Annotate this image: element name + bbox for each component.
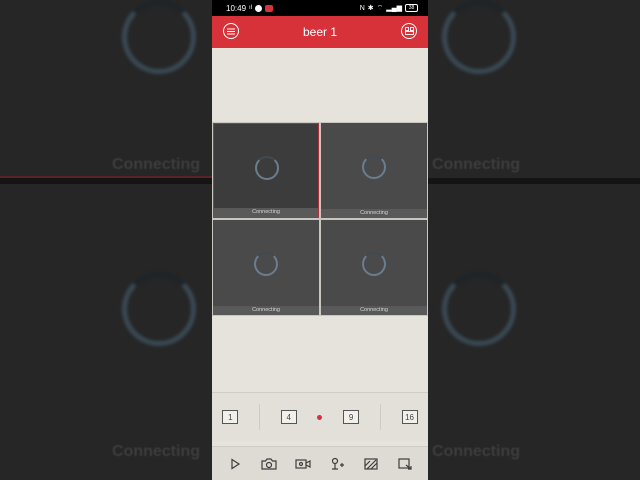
tile-status-label: Connecting [214,208,318,217]
divider [259,404,261,430]
snapshot-button[interactable] [259,456,279,472]
status-bar: 10:49 ıl N ✱ ⌔ ▂▄▆ 38 [212,0,428,16]
background-connecting-label: Connecting [112,156,200,173]
split-1-button[interactable]: 1 [222,410,239,424]
menu-icon [227,28,235,34]
bluetooth-icon: ✱ [367,5,374,12]
menu-button[interactable] [223,23,239,39]
image-quality-button[interactable] [361,456,381,472]
background-connecting-label: Connecting [432,156,520,173]
camera-icon [261,457,277,470]
fullscreen-icon [398,457,412,470]
split-16-button[interactable]: 16 [401,410,418,424]
video-tile-3[interactable]: Connecting [213,220,319,315]
app-notification-icon [265,4,274,12]
background-connecting-label: Connecting [112,443,200,460]
signal-text: ıl [249,5,253,11]
cell-signal-icon: ▂▄▆ [386,5,402,12]
background-spinner-icon [122,0,196,74]
loading-spinner-icon [362,155,386,179]
record-icon [295,458,311,469]
page-title: beer 1 [302,25,338,39]
device-list-icon [404,27,414,35]
loading-spinner-icon [255,156,279,180]
video-tile-4[interactable]: Connecting [321,220,427,315]
background-spinner-icon [442,272,516,346]
tile-status-label: Connecting [321,209,427,218]
play-button[interactable] [225,456,245,472]
tile-status-label: Connecting [213,306,319,315]
device-list-button[interactable] [401,23,417,39]
battery-icon: 38 [405,4,418,12]
bottom-toolbar [212,446,428,480]
ptz-icon [331,457,344,470]
tile-status-label: Connecting [321,306,427,315]
divider [379,404,381,430]
app-header: beer 1 [212,16,428,48]
background-connecting-label: Connecting [432,443,520,460]
background-spinner-icon [442,0,516,74]
phone-screen: 10:49 ıl N ✱ ⌔ ▂▄▆ 38 beer 1 Connecting … [212,0,428,480]
split-mode-bar: 1 4 9 16 [212,392,428,441]
record-button[interactable] [293,456,313,472]
page-indicator-dot [317,414,323,420]
loading-spinner-icon [254,252,278,276]
notification-icon [255,4,263,12]
image-quality-icon [364,457,378,470]
play-icon [231,457,241,470]
wifi-icon: ⌔ [376,4,384,12]
status-time: 10:49 [226,3,247,13]
split-9-button[interactable]: 9 [343,410,360,424]
video-tile-1[interactable]: Connecting [213,123,319,218]
ptz-button[interactable] [327,456,347,472]
live-view-grid: Connecting Connecting Connecting Connect… [212,122,428,316]
fullscreen-button[interactable] [395,456,415,472]
video-tile-2[interactable]: Connecting [321,123,427,218]
nfc-icon: N [359,4,365,12]
background-spinner-icon [122,272,196,346]
split-4-button[interactable]: 4 [280,410,297,424]
loading-spinner-icon [362,252,386,276]
